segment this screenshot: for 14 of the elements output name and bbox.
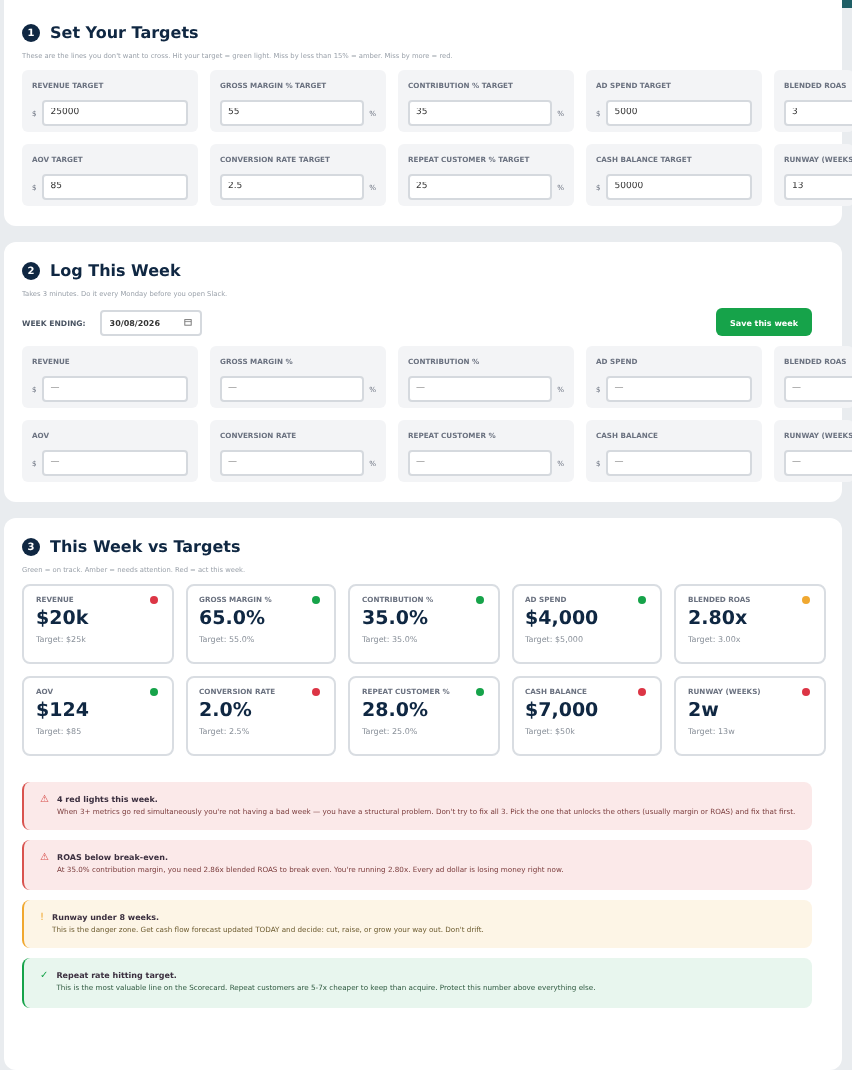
- metric-value: 2w: [688, 700, 721, 722]
- metric-value: 28.0%: [362, 700, 430, 722]
- metric-value: $4,000: [525, 608, 601, 630]
- section-title: Log This Week: [50, 262, 181, 280]
- metric-value: $20k: [36, 608, 91, 630]
- metric-value: $124: [36, 700, 91, 722]
- section-title: Set Your Targets: [50, 24, 199, 42]
- metric-value: 2.0%: [199, 700, 254, 722]
- metric-value: 65.0%: [199, 608, 267, 630]
- section-title: This Week vs Targets: [50, 538, 241, 556]
- metric-value: 35.0%: [362, 608, 430, 630]
- metric-value: 2.80x: [688, 608, 750, 630]
- metric-value: $7,000: [525, 700, 601, 722]
- calendar-icon[interactable]: [183, 318, 192, 326]
